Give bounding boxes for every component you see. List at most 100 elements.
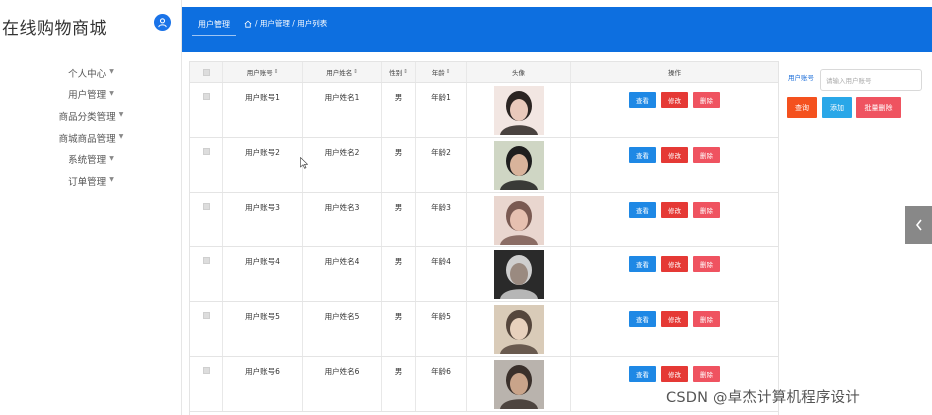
tab-user-management[interactable]: 用户管理	[192, 14, 236, 36]
table-row: 用户账号1 用户姓名1 男年龄1 查看 修改 删除	[190, 83, 778, 138]
delete-button[interactable]: 删除	[693, 311, 720, 328]
header-account[interactable]: 用户账号 ⇕	[223, 62, 303, 82]
avatar-photo	[493, 86, 544, 135]
row-checkbox[interactable]	[202, 147, 210, 155]
view-button[interactable]: 查看	[629, 256, 656, 273]
cell-actions: 查看 修改 删除	[571, 138, 778, 192]
cell-account: 用户账号4	[223, 247, 303, 302]
batch-delete-button[interactable]: 批量删除	[856, 97, 901, 118]
sidebar-item-categories[interactable]: 商品分类管理 ▼	[0, 105, 182, 127]
sidebar-item-label: 用户管理	[68, 90, 107, 102]
view-button[interactable]: 查看	[629, 146, 656, 163]
cell-actions: 查看 修改 删除	[571, 193, 778, 247]
cell-account: 用户账号5	[223, 302, 303, 356]
edit-button[interactable]: 修改	[661, 311, 688, 328]
header-photo: 头像	[467, 62, 571, 82]
edit-button[interactable]: 修改	[661, 146, 688, 163]
header-name[interactable]: 用户姓名 ⇕	[303, 62, 382, 82]
cell-age: 年龄1	[416, 83, 467, 137]
edit-button[interactable]: 修改	[661, 256, 688, 273]
cell-name: 用户姓名3	[303, 192, 382, 247]
header-ops: 操作	[668, 69, 681, 77]
cell-age: 年龄5	[416, 302, 467, 356]
chevron-down-icon: ▼	[109, 68, 114, 76]
row-checkbox-cell	[190, 302, 223, 356]
search-input[interactable]: 请输入用户账号	[820, 69, 922, 91]
sort-icon: ⇕	[445, 69, 451, 75]
edit-button[interactable]: 修改	[661, 92, 688, 108]
select-all-checkbox[interactable]	[202, 68, 210, 76]
view-button[interactable]: 查看	[629, 311, 656, 328]
delete-button[interactable]: 删除	[693, 366, 720, 382]
table-row: 用户账号5 用户姓名5 男年龄5 查看 修改 删除	[190, 302, 778, 357]
cell-account: 用户账号2	[223, 137, 303, 192]
chevron-down-icon: ▼	[109, 89, 114, 97]
cell-account: 用户账号3	[223, 192, 303, 247]
chevron-down-icon: ▼	[109, 154, 114, 162]
home-icon[interactable]	[244, 20, 252, 28]
row-checkbox[interactable]	[202, 312, 210, 320]
sidebar-item-label: 系统管理	[68, 155, 107, 167]
row-checkbox[interactable]	[202, 202, 210, 210]
cell-sex: 男	[382, 357, 416, 411]
cell-photo	[467, 247, 571, 302]
mouse-cursor-icon	[300, 157, 308, 169]
table-row: 用户账号3 用户姓名3 男年龄3 查看 修改 删除	[190, 192, 778, 248]
cell-actions: 查看 修改 删除	[571, 302, 778, 356]
cell-name: 用户姓名2	[303, 137, 382, 192]
sidebar-item-label: 订单管理	[68, 176, 107, 188]
add-button[interactable]: 添加	[822, 97, 852, 118]
cell-photo	[467, 83, 571, 137]
cell-sex: 男	[382, 302, 416, 356]
cell-sex: 男	[382, 83, 416, 137]
chevron-down-icon: ▼	[118, 111, 124, 119]
cell-name: 用户姓名5	[303, 302, 382, 356]
top-header: 用户管理 / 用户管理 / 用户列表	[182, 7, 932, 52]
user-avatar-icon[interactable]	[154, 14, 171, 31]
sidebar-item-label: 商品分类管理	[58, 111, 116, 123]
cell-name: 用户姓名4	[303, 247, 382, 302]
delete-button[interactable]: 删除	[693, 92, 720, 108]
header-label: 用户姓名	[326, 69, 353, 77]
sidebar-item-products[interactable]: 商城商品管理 ▼	[0, 127, 182, 149]
edit-button[interactable]: 修改	[661, 201, 688, 218]
cell-account: 用户账号1	[223, 83, 303, 137]
avatar-photo	[493, 140, 544, 190]
delete-button[interactable]: 删除	[693, 146, 720, 163]
cell-photo	[467, 302, 571, 356]
header-checkbox-cell	[190, 62, 223, 82]
query-button[interactable]: 查询	[787, 97, 817, 118]
sidebar-item-system[interactable]: 系统管理 ▼	[0, 148, 182, 170]
app-brand: 在线购物商城	[2, 19, 107, 39]
delete-button[interactable]: 删除	[693, 201, 720, 218]
sidebar: 在线购物商城 个人中心 ▼ 用户管理 ▼ 商品分类管理 ▼ 商城商品管理 ▼ 系统管理 ▼…	[0, 0, 182, 415]
sidebar-item-label: 个人中心	[68, 68, 107, 80]
edit-button[interactable]: 修改	[661, 366, 688, 382]
cell-age: 年龄3	[416, 192, 467, 247]
chevron-left-icon	[915, 219, 922, 231]
delete-button[interactable]: 删除	[693, 256, 720, 273]
view-button[interactable]: 查看	[629, 201, 656, 218]
cell-sex: 男	[382, 247, 416, 302]
collapse-panel-button[interactable]	[905, 206, 932, 244]
row-checkbox[interactable]	[202, 257, 210, 265]
header-label: 性别	[389, 69, 403, 77]
table-row: 用户账号4 用户姓名4 男年龄4 查看 修改 删除	[190, 247, 778, 303]
view-button[interactable]: 查看	[629, 92, 656, 108]
row-checkbox[interactable]	[202, 93, 210, 100]
avatar-photo	[493, 305, 544, 355]
avatar-photo	[493, 195, 544, 245]
breadcrumb: / 用户管理 / 用户列表	[244, 18, 327, 29]
user-table: 用户账号 ⇕ 用户姓名 ⇕ 性别 ⇕ 年龄 ⇕ 头像 操作 用户账号1 用户姓名1 男年龄1…	[189, 61, 779, 415]
cell-age: 年龄6	[416, 357, 467, 411]
sidebar-item-profile[interactable]: 个人中心 ▼	[0, 62, 182, 84]
sidebar-menu: 个人中心 ▼ 用户管理 ▼ 商品分类管理 ▼ 商城商品管理 ▼ 系统管理 ▼ 订单管理 ▼	[0, 62, 182, 192]
header-age[interactable]: 年龄 ⇕	[416, 62, 467, 82]
view-button[interactable]: 查看	[629, 366, 656, 382]
sidebar-item-orders[interactable]: 订单管理 ▼	[0, 170, 182, 192]
row-checkbox[interactable]	[202, 367, 210, 374]
sidebar-item-users[interactable]: 用户管理 ▼	[0, 84, 182, 106]
table-row: 用户账号2 用户姓名2 男年龄2 查看 修改 删除	[190, 137, 778, 193]
table-header: 用户账号 ⇕ 用户姓名 ⇕ 性别 ⇕ 年龄 ⇕ 头像 操作	[190, 61, 778, 83]
header-sex[interactable]: 性别 ⇕	[382, 62, 416, 82]
